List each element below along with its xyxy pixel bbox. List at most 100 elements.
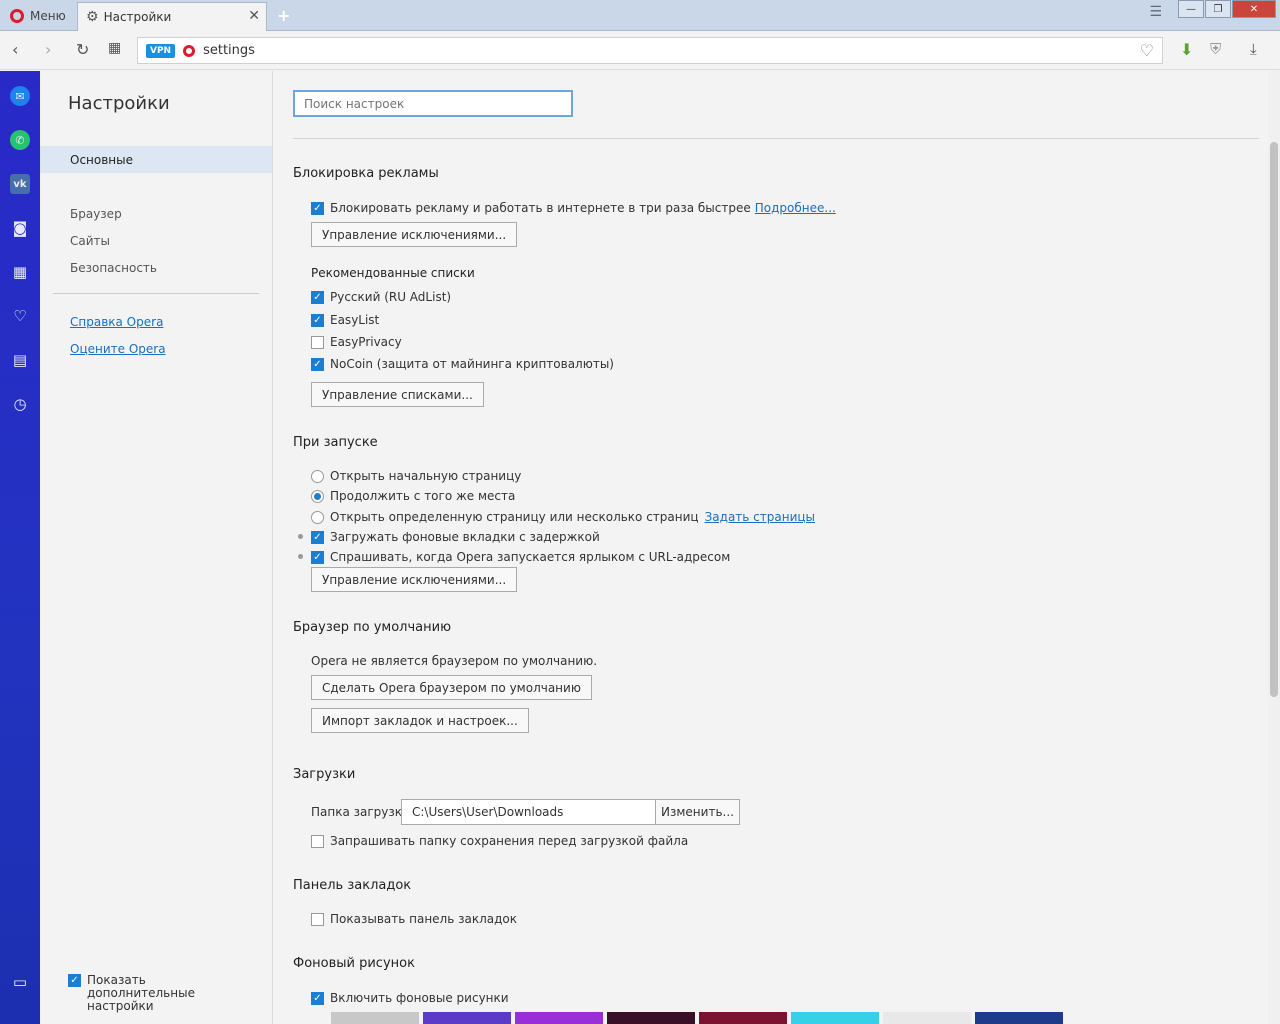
manage-lists-button[interactable]: Управление списками...	[311, 382, 484, 407]
list-easyprivacy-checkbox[interactable]	[311, 335, 324, 349]
page-title: Настройки	[68, 93, 170, 114]
startup-home-radio[interactable]	[311, 469, 324, 483]
url-text[interactable]: settings	[203, 43, 255, 58]
delay-tabs-checkbox[interactable]: ✓	[311, 530, 324, 544]
camera-icon[interactable]: ◙	[10, 218, 30, 238]
startup-option: Открыть начальную страницу	[311, 469, 521, 483]
startup-option-label: Открыть определенную страницу или нескол…	[330, 510, 699, 524]
forward-icon[interactable]: ›	[45, 40, 51, 59]
minimize-button[interactable]: —	[1178, 0, 1204, 18]
wallpaper-thumbnail[interactable]	[699, 1012, 787, 1024]
address-field[interactable]: VPN settings ♡	[137, 37, 1163, 64]
nav-divider	[53, 293, 259, 294]
change-folder-button[interactable]: Изменить...	[655, 799, 740, 825]
wallpaper-thumbnail[interactable]	[883, 1012, 971, 1024]
enable-wallpaper-checkbox[interactable]: ✓	[311, 991, 324, 1005]
section-wallpaper-title: Фоновый рисунок	[293, 956, 415, 971]
speed-dial-sidebar-icon[interactable]: ▦	[10, 262, 30, 282]
extension-icon[interactable]: ⬇	[1180, 40, 1193, 59]
list-item: ✓ Русский (RU AdList)	[311, 290, 451, 304]
show-bookmarks-bar-row: Показывать панель закладок	[311, 912, 517, 926]
ask-folder-label: Запрашивать папку сохранения перед загру…	[330, 834, 689, 848]
advanced-indicator-dot	[298, 534, 303, 539]
list-nocoin-checkbox[interactable]: ✓	[311, 357, 324, 371]
tab-settings[interactable]: ⚙ Настройки ✕	[77, 2, 267, 31]
close-tab-icon[interactable]: ✕	[248, 8, 260, 24]
adblock-shield-icon[interactable]: ⛨	[1210, 40, 1221, 58]
wallpaper-thumbnail[interactable]	[975, 1012, 1063, 1024]
close-window-button[interactable]: ✕	[1232, 0, 1276, 18]
list-easylist-checkbox[interactable]: ✓	[311, 313, 324, 327]
show-bookmarks-bar-label: Показывать панель закладок	[330, 912, 518, 926]
default-browser-status: Opera не является браузером по умолчанию…	[311, 654, 598, 668]
whatsapp-icon[interactable]: ✆	[10, 130, 30, 150]
nav-item-basic[interactable]: Основные	[40, 146, 272, 173]
help-link[interactable]: Справка Opera	[70, 315, 163, 329]
show-advanced-settings[interactable]: ✓ Показать дополнительные настройки	[68, 974, 247, 1013]
startup-option: Открыть определенную страницу или нескол…	[311, 510, 815, 524]
learn-more-link[interactable]: Подробнее...	[755, 201, 836, 215]
vk-icon[interactable]: vk	[10, 174, 30, 194]
bookmark-heart-icon[interactable]: ♡	[1140, 41, 1154, 60]
section-startup-title: При запуске	[293, 435, 378, 450]
set-pages-link[interactable]: Задать страницы	[705, 510, 815, 524]
ask-folder-checkbox[interactable]	[311, 834, 324, 848]
opera-menu-button[interactable]: Меню	[0, 0, 77, 31]
nav-item-browser[interactable]: Браузер	[70, 207, 122, 221]
tab-menu-icon[interactable]: ☰	[1149, 4, 1162, 20]
adblock-exceptions-button[interactable]: Управление исключениями...	[311, 222, 518, 247]
list-label: EasyPrivacy	[330, 335, 402, 349]
nav-item-security[interactable]: Безопасность	[70, 261, 157, 275]
back-icon[interactable]: ‹	[12, 40, 18, 59]
list-item: EasyPrivacy	[311, 335, 402, 349]
new-tab-icon[interactable]: +	[277, 6, 290, 25]
maximize-button[interactable]: ❐	[1205, 0, 1231, 18]
block-ads-label: Блокировать рекламу и работать в интерне…	[330, 201, 751, 215]
make-default-button[interactable]: Сделать Opera браузером по умолчанию	[311, 675, 592, 700]
ask-folder-row: Запрашивать папку сохранения перед загру…	[311, 834, 688, 848]
reload-icon[interactable]: ↻	[76, 40, 89, 59]
sidebar: ✉ ✆ vk ◙ ▦ ♡ ▤ ◷ ▭	[0, 71, 40, 1024]
sidebar-toggle-icon[interactable]: ▭	[10, 972, 30, 992]
ask-url-checkbox[interactable]: ✓	[311, 550, 324, 564]
block-ads-checkbox[interactable]: ✓	[311, 201, 324, 215]
speed-dial-icon[interactable]: ▦	[108, 40, 121, 56]
window-controls: — ❐ ✕	[1178, 0, 1276, 18]
news-icon[interactable]: ▤	[10, 350, 30, 370]
section-adblock-title: Блокировка рекламы	[293, 166, 439, 181]
wallpaper-thumbnail[interactable]	[791, 1012, 879, 1024]
startup-continue-radio[interactable]	[311, 489, 324, 503]
content-divider	[293, 138, 1259, 139]
opera-page-icon	[183, 44, 196, 57]
import-bookmarks-button[interactable]: Импорт закладок и настроек...	[311, 708, 529, 733]
section-default-browser-title: Браузер по умолчанию	[293, 620, 452, 635]
nav-item-sites[interactable]: Сайты	[70, 234, 110, 248]
wallpaper-thumbnail[interactable]	[515, 1012, 603, 1024]
tab-title: Настройки	[103, 10, 172, 24]
startup-exceptions-button[interactable]: Управление исключениями...	[311, 567, 518, 592]
download-folder-field[interactable]: C:\Users\User\Downloads	[401, 799, 656, 825]
section-bookmarks-bar-title: Панель закладок	[293, 878, 412, 893]
show-bookmarks-bar-checkbox[interactable]	[311, 912, 324, 926]
startup-specific-radio[interactable]	[311, 510, 324, 524]
opera-logo-icon	[10, 8, 24, 23]
show-advanced-checkbox[interactable]: ✓	[68, 974, 81, 987]
wallpaper-thumbnail[interactable]	[331, 1012, 419, 1024]
downloads-icon[interactable]: ⤓	[1250, 40, 1257, 58]
rate-link[interactable]: Оцените Opera	[70, 342, 166, 356]
wallpaper-thumbnail[interactable]	[607, 1012, 695, 1024]
list-ru-checkbox[interactable]: ✓	[311, 290, 324, 304]
bookmarks-heart-icon[interactable]: ♡	[10, 306, 30, 326]
wallpaper-thumbnail[interactable]	[423, 1012, 511, 1024]
address-toolbar: ‹ › ↻ ▦ VPN settings ♡ ⬇ ⛨ ⤓	[0, 32, 1280, 70]
recommended-lists-title: Рекомендованные списки	[311, 266, 475, 280]
history-clock-icon[interactable]: ◷	[10, 394, 30, 414]
show-advanced-label: Показать дополнительные настройки	[87, 973, 195, 1013]
list-label: EasyList	[330, 313, 380, 327]
scrollbar-thumb[interactable]	[1270, 142, 1278, 697]
delay-tabs-row: ✓ Загружать фоновые вкладки с задержкой	[311, 530, 600, 544]
list-item: ✓ NoCoin (защита от майнинга криптовалют…	[311, 357, 614, 371]
search-input[interactable]	[293, 90, 573, 117]
vpn-badge[interactable]: VPN	[146, 43, 176, 58]
messenger-icon[interactable]: ✉	[10, 86, 30, 106]
